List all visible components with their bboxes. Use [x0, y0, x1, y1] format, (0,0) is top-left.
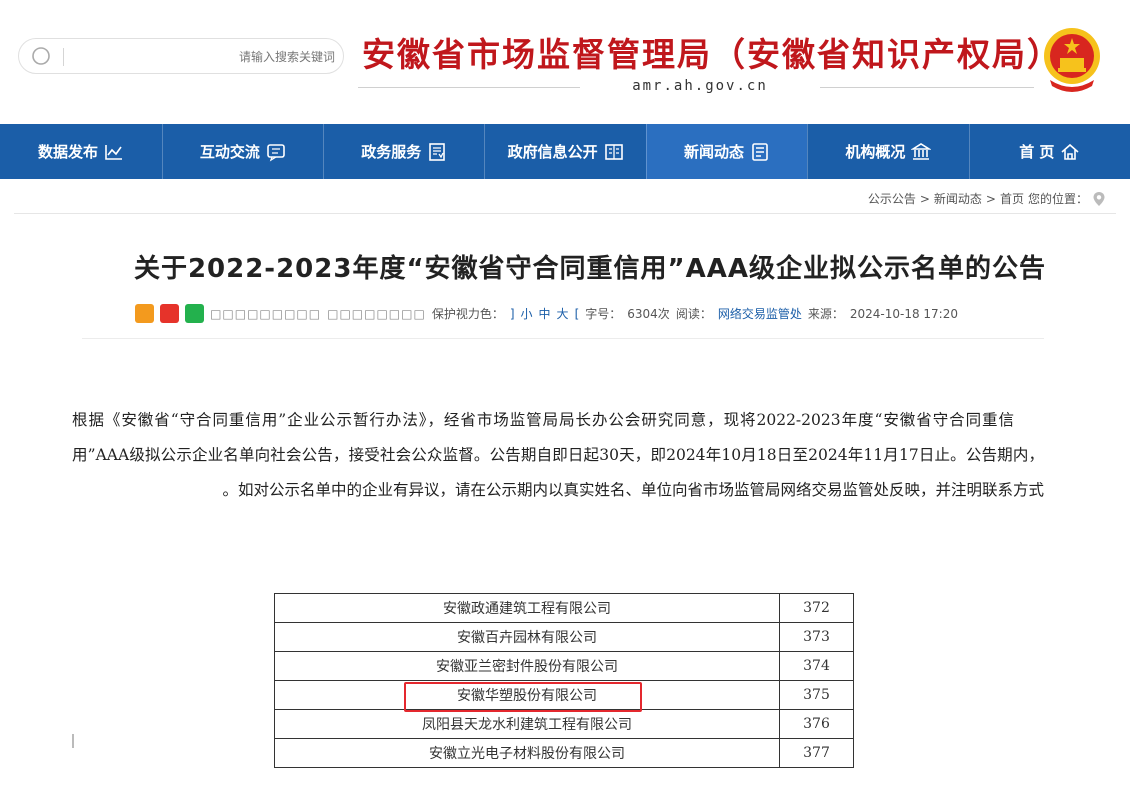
nav-item-label: 首 页: [1019, 143, 1055, 161]
row-number-cell: 373: [779, 622, 854, 652]
table-row: 安徽政通建筑工程有限公司 372: [274, 593, 854, 623]
meta-views-label: 阅读：: [675, 307, 712, 321]
breadcrumb-sep: >: [985, 191, 996, 206]
eye-color-swatches[interactable]: □□□□□□□□: [327, 307, 426, 321]
font-small-button[interactable]: 小: [521, 305, 533, 322]
table-row: 凤阳县天龙水利建筑工程有限公司 376: [274, 709, 854, 739]
company-name-cell: 凤阳县天龙水利建筑工程有限公司: [274, 709, 780, 739]
meta-source[interactable]: 网络交易监管处: [718, 305, 802, 322]
meta-date: 2024-10-18 17:20: [849, 306, 958, 321]
meta-fontsize-close: ]: [509, 306, 515, 321]
search-box[interactable]: [18, 38, 344, 74]
weibo-share-icon[interactable]: [160, 304, 180, 323]
url-rule-left: [358, 87, 580, 88]
article-body: 根据《安徽省“守合同重信用”企业公示暂行办法》，经省市场监管局局长办公会研究同意…: [72, 403, 1044, 508]
nav-item-news[interactable]: 新闻动态: [645, 124, 808, 179]
breadcrumb-prefix: 您的位置：: [1027, 192, 1088, 206]
nav-item-interaction[interactable]: 互动交流: [161, 124, 323, 179]
table-row: 安徽百卉园林有限公司 373: [274, 622, 854, 652]
breadcrumb: 您的位置： 首页 > 新闻动态 > 公示公告: [868, 190, 1106, 207]
breadcrumb-home[interactable]: 首页: [1000, 190, 1024, 207]
search-divider: [63, 48, 64, 66]
row-number-cell: 376: [779, 709, 854, 739]
meta-fontsize-label: 字号：: [585, 307, 622, 321]
meta-views: 6304次: [627, 307, 670, 321]
site-title: 安徽省市场监督管理局（安徽省知识产权局）: [362, 35, 1062, 74]
nav-item-gov-info[interactable]: 政府信息公开: [484, 124, 645, 179]
nav-item-label: 新闻动态: [684, 143, 745, 161]
article-title: 关于2022-2023年度“安徽省守合同重信用”AAA级企业拟公示名单的公告: [133, 254, 1046, 284]
institution-icon: [911, 142, 932, 160]
search-input[interactable]: [71, 45, 335, 69]
breadcrumb-current[interactable]: 公示公告: [868, 190, 916, 207]
breadcrumb-section[interactable]: 新闻动态: [934, 190, 982, 207]
meta-divider: [82, 338, 1044, 339]
highlight-box: [404, 682, 642, 712]
nav-item-data[interactable]: 数据发布: [0, 124, 161, 179]
news-icon: [752, 142, 768, 161]
nav-item-institution[interactable]: 机构概况: [807, 124, 968, 179]
nav-item-label: 数据发布: [37, 143, 98, 161]
url-rule-right: [820, 87, 1034, 88]
scroll-mark: [72, 734, 74, 748]
favorite-star-icon[interactable]: [135, 304, 155, 323]
breadcrumb-divider: [14, 213, 1116, 214]
extra-swatches[interactable]: □□□□□□□□□: [210, 307, 321, 321]
nav-item-label: 政务服务: [361, 143, 422, 161]
company-name-cell: 安徽百卉园林有限公司: [274, 622, 780, 652]
article-paragraph: 根据《安徽省“守合同重信用”企业公示暂行办法》，经省市场监管局局长办公会研究同意…: [72, 411, 1044, 499]
row-number-cell: 374: [779, 651, 854, 681]
home-icon: [1061, 143, 1079, 160]
article-meta: 2024-10-18 17:20 来源： 网络交易监管处 阅读： 6304次 字…: [135, 304, 958, 323]
row-number-cell: 375: [779, 680, 854, 710]
company-list-table: 安徽政通建筑工程有限公司 372 安徽百卉园林有限公司 373 安徽亚兰密封件股…: [274, 593, 854, 768]
meta-source-label: 来源：: [807, 307, 844, 321]
location-pin-icon: [1093, 191, 1105, 206]
meta-fontsize-open: [: [574, 306, 580, 321]
row-number-cell: 377: [779, 738, 854, 768]
nav-item-label: 政府信息公开: [507, 143, 598, 161]
chart-icon: [105, 144, 122, 160]
nav-item-label: 机构概况: [845, 143, 906, 161]
table-row: 安徽立光电子材料股份有限公司 377: [274, 738, 854, 768]
row-number-cell: 372: [779, 593, 854, 623]
main-nav: 首 页 机构概况 新闻动态 政府信息公开 政务服务 互动交流 数据发布: [0, 124, 1130, 179]
font-large-button[interactable]: 大: [557, 305, 569, 322]
company-name-cell: 安徽立光电子材料股份有限公司: [274, 738, 780, 768]
service-icon: [429, 142, 446, 161]
nav-item-service[interactable]: 政务服务: [323, 124, 484, 179]
breadcrumb-sep: >: [919, 191, 930, 206]
wechat-share-icon[interactable]: [185, 304, 205, 323]
company-name-cell: 安徽亚兰密封件股份有限公司: [274, 651, 780, 681]
table-row: 安徽亚兰密封件股份有限公司 374: [274, 651, 854, 681]
search-icon[interactable]: [31, 46, 51, 66]
nav-item-label: 互动交流: [199, 143, 260, 161]
book-icon: [604, 143, 623, 160]
font-medium-button[interactable]: 中: [539, 305, 551, 322]
site-url: amr.ah.gov.cn: [632, 78, 768, 94]
company-name-cell: 安徽政通建筑工程有限公司: [274, 593, 780, 623]
site-header: 安徽省市场监督管理局（安徽省知识产权局） amr.ah.gov.cn: [0, 0, 1130, 124]
nav-item-home[interactable]: 首 页: [968, 124, 1130, 179]
chat-icon: [267, 143, 285, 161]
meta-eye-label: 保护视力色：: [431, 307, 504, 321]
